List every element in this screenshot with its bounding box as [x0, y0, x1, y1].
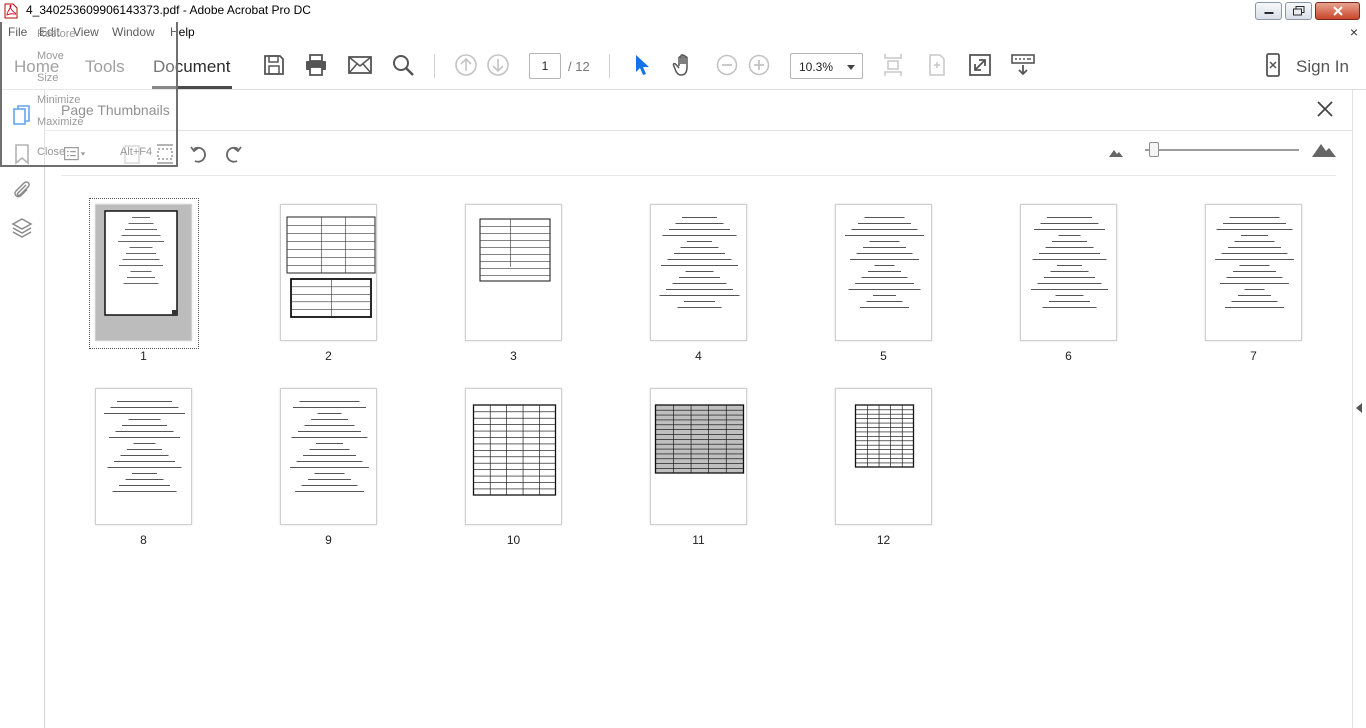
- navigation-rail: [0, 90, 45, 728]
- rotate-cw-icon[interactable]: [221, 142, 245, 166]
- sysmenu-restore[interactable]: Restore: [37, 28, 76, 40]
- page-preview: [286, 216, 376, 318]
- slider-handle[interactable]: [1148, 142, 1159, 157]
- page-thumbnail[interactable]: [95, 388, 192, 525]
- thumbnail-size-slider[interactable]: [1145, 149, 1299, 151]
- page-thumbnail[interactable]: [465, 204, 562, 341]
- system-menu-overlay: Restore Move Size Minimize Maximize Clos…: [0, 22, 178, 167]
- page-preview: [479, 218, 551, 282]
- sysmenu-move[interactable]: Move: [37, 50, 64, 62]
- attachment-icon[interactable]: [10, 178, 34, 202]
- small-thumbnail-icon[interactable]: [1109, 148, 1123, 158]
- expand-pane-icon[interactable]: [1356, 403, 1362, 413]
- zoom-level-select[interactable]: 10.3%: [790, 53, 863, 79]
- next-page-icon[interactable]: [485, 52, 511, 78]
- sysmenu-close-shortcut: Alt+F4: [120, 146, 153, 158]
- divider: [45, 130, 1352, 131]
- page-thumbnail[interactable]: [95, 204, 192, 341]
- page-thumbnail[interactable]: [280, 204, 377, 341]
- page-preview: [104, 401, 185, 492]
- page-thumbnail[interactable]: [1205, 204, 1302, 341]
- close-icon[interactable]: [1316, 100, 1334, 118]
- page-thumbnail[interactable]: [280, 388, 377, 525]
- thumbnail-page-number: 1: [140, 349, 147, 363]
- save-icon[interactable]: [261, 52, 287, 78]
- thumbnail-page-number: 10: [506, 533, 521, 547]
- page-preview: [845, 217, 924, 308]
- restore-button[interactable]: [1285, 2, 1312, 20]
- main-toolbar: Home Tools Document 1 / 12 10.3% Sign In: [0, 42, 1366, 90]
- page-number-input[interactable]: 1: [529, 53, 561, 79]
- thumbnail-page-number: 12: [876, 533, 891, 547]
- page-thumbnail[interactable]: [650, 388, 747, 525]
- page-preview: [1215, 217, 1294, 308]
- thumbnail-page-number: 3: [510, 349, 517, 363]
- sysmenu-size[interactable]: Size: [37, 72, 58, 84]
- page-thumbnail[interactable]: [835, 388, 932, 525]
- chevron-down-icon: [847, 65, 855, 70]
- page-preview: [290, 401, 369, 492]
- restore-icon: [1292, 6, 1304, 16]
- minimize-button[interactable]: [1255, 2, 1282, 20]
- page-thumbnail[interactable]: [1020, 204, 1117, 341]
- sign-in-link[interactable]: Sign In: [1296, 57, 1349, 77]
- print-icon[interactable]: [303, 52, 329, 78]
- zoom-in-icon[interactable]: [746, 52, 772, 78]
- page-preview: [472, 404, 557, 496]
- sysmenu-minimize[interactable]: Minimize: [37, 94, 80, 106]
- page-preview: [659, 217, 740, 308]
- sysmenu-maximize[interactable]: Maximize: [37, 116, 83, 128]
- page-thumbnail[interactable]: [465, 388, 562, 525]
- toolbar-separator: [434, 54, 435, 78]
- search-icon[interactable]: [390, 52, 416, 78]
- document-close-button[interactable]: ×: [1350, 24, 1358, 40]
- close-icon: [1332, 6, 1343, 16]
- zoom-out-icon[interactable]: [714, 52, 740, 78]
- divider: [61, 175, 1336, 176]
- sysmenu-close[interactable]: Close: [37, 146, 65, 158]
- rotate-page-icon[interactable]: [924, 52, 950, 78]
- fit-page-icon[interactable]: [880, 52, 906, 78]
- thumbnail-page-number: 7: [1250, 349, 1257, 363]
- window-title: 4_340253609906143373.pdf - Adobe Acrobat…: [26, 3, 311, 17]
- page-preview: [104, 210, 178, 316]
- email-icon[interactable]: [347, 52, 373, 78]
- rotate-ccw-icon[interactable]: [187, 142, 211, 166]
- thumbnail-page-number: 4: [695, 349, 702, 363]
- thumbnail-page-number: 2: [325, 349, 332, 363]
- page-thumbnails-panel: Page Thumbnails 1 2 3 4 5 6 7 8 9 10 11 12: [45, 90, 1352, 728]
- layers-icon[interactable]: [10, 216, 34, 240]
- toolbar-separator: [609, 54, 610, 78]
- page-preview: [1031, 217, 1108, 308]
- page-preview: [854, 404, 915, 468]
- select-cursor-icon[interactable]: [629, 52, 655, 78]
- page-thumbnail[interactable]: [650, 204, 747, 341]
- thumbnail-page-number: 9: [325, 533, 332, 547]
- right-pane-rail: [1352, 90, 1366, 728]
- prev-page-icon[interactable]: [453, 52, 479, 78]
- minimize-icon: [1264, 12, 1273, 14]
- read-mode-icon[interactable]: [1010, 52, 1036, 78]
- page-preview: [654, 404, 745, 474]
- thumbnail-page-number: 11: [692, 533, 705, 547]
- full-screen-icon[interactable]: [967, 52, 993, 78]
- title-bar: 4_340253609906143373.pdf - Adobe Acrobat…: [0, 0, 1366, 22]
- thumbnail-page-number: 8: [140, 533, 147, 547]
- zoom-value: 10.3%: [799, 60, 834, 74]
- thumbnail-page-number: 5: [880, 349, 887, 363]
- large-thumbnail-icon[interactable]: [1312, 142, 1336, 158]
- window-close-button[interactable]: [1315, 2, 1360, 20]
- menu-bar: File Edit View Window Help ×: [0, 22, 1366, 42]
- page-total: / 12: [568, 59, 590, 74]
- thumbnail-page-number: 6: [1065, 349, 1072, 363]
- hand-icon[interactable]: [671, 52, 697, 78]
- mobile-link-icon[interactable]: [1260, 52, 1286, 78]
- page-thumbnail[interactable]: [835, 204, 932, 341]
- acrobat-pdf-icon: [4, 3, 18, 19]
